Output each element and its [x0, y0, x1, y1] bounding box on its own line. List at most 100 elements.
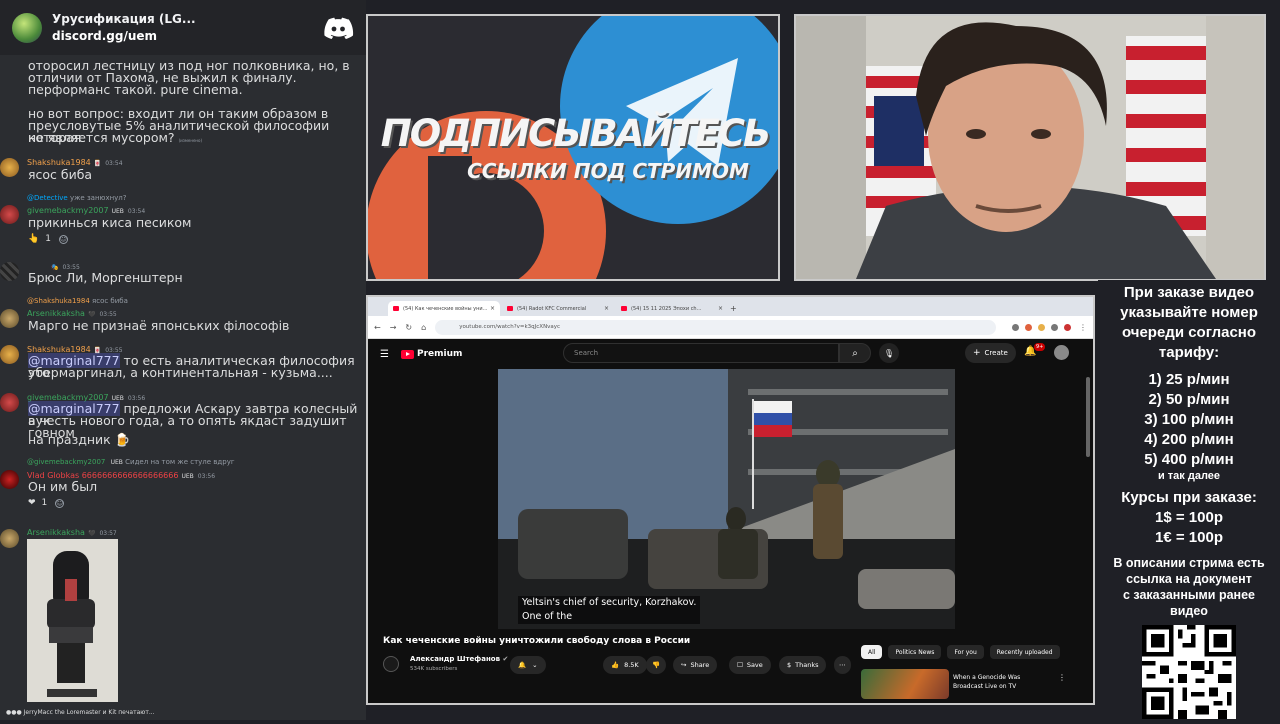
recommended-video-thumbnail[interactable] [861, 669, 949, 699]
username[interactable]: Arsenikkaksha [27, 528, 85, 537]
create-label: Create [984, 349, 1008, 357]
extension-icon[interactable] [1012, 323, 1019, 331]
extension-icon[interactable] [1038, 323, 1045, 331]
username[interactable]: givemebackmy2007 [27, 206, 109, 215]
reload-icon[interactable]: ↻ [405, 323, 412, 332]
browser-tab[interactable]: (54) 15 11 2025 Эпохи ch... × [616, 301, 728, 316]
share-button[interactable]: ↪ Share [673, 656, 718, 674]
message-text: на праздник [28, 432, 111, 447]
search-icon[interactable]: ⌕ [839, 343, 871, 363]
youtube-favicon-icon [621, 306, 627, 311]
message-text: перформанс такой. pure cinema. [28, 82, 243, 97]
reply-preview[interactable]: @givemebackmy2007 UEB Сидел на том же ст… [27, 458, 235, 466]
channel-name[interactable]: Александр Штефанов [410, 655, 500, 663]
more-actions-button[interactable]: ⋯ [834, 656, 851, 674]
account-avatar[interactable] [1054, 345, 1069, 360]
home-icon[interactable]: ⌂ [421, 323, 426, 332]
share-label: Share [690, 661, 710, 669]
extension-icon[interactable] [1051, 323, 1058, 331]
message-text-last: не является мусором? (изменено) [28, 131, 202, 147]
username[interactable]: Arsenikkaksha [27, 309, 85, 318]
forward-icon[interactable]: → [390, 323, 397, 332]
url-field[interactable]: youtube.com/watch?v=k3qJcXNvayc [435, 319, 996, 335]
message-header: givemebackmy2007 UEB 03:54 [27, 206, 145, 215]
reply-preview[interactable]: @Detective уже занюхнул? [27, 194, 127, 202]
description-line: видео [1170, 604, 1208, 618]
tab-title: (54) Как чеченские войны уни... [403, 305, 488, 312]
browser-tab[interactable]: (54) Radot KFC Commercial × [502, 301, 614, 316]
menu-dots-icon[interactable]: ⋮ [1079, 323, 1087, 332]
role-badge: UEB [110, 459, 123, 466]
add-reaction-icon[interactable]: ☺ [55, 498, 65, 508]
new-tab-icon[interactable]: + [730, 304, 737, 313]
order-line: очереди согласно [1121, 324, 1257, 341]
save-button[interactable]: ☐ Save [729, 656, 771, 674]
recommended-video-title[interactable]: When a Genocide Was Broadcast Live on TV [953, 673, 1063, 691]
address-bar: ← → ↻ ⌂ youtube.com/watch?v=k3qJcXNvayc … [368, 316, 1093, 339]
user-avatar[interactable] [0, 345, 19, 364]
server-title: Урусификация (LG... [52, 12, 196, 26]
plus-icon: + [973, 348, 981, 358]
typing-indicator: ●●● JerryMacc the Loremaster и Kit печат… [6, 709, 155, 716]
extension-icon[interactable] [1025, 323, 1032, 331]
rec-title-line: Broadcast Live on TV [953, 683, 1017, 690]
chip-all[interactable]: All [861, 645, 883, 659]
user-avatar[interactable] [0, 262, 19, 281]
typing-dots-icon: ●●● [6, 709, 22, 716]
hand-emoji-icon: 👆 [28, 234, 40, 244]
message-text: Марго не признаё японських філософів [28, 318, 290, 333]
rec-menu-dots-icon[interactable]: ⋮ [1058, 673, 1066, 682]
close-tab-icon[interactable]: × [490, 305, 495, 312]
server-avatar[interactable] [12, 12, 42, 43]
webcam-image [796, 16, 1264, 279]
tab-title: (54) Radot KFC Commercial [517, 305, 587, 312]
reaction[interactable]: 👆 1 ☺ [28, 234, 68, 244]
create-button[interactable]: + Create [965, 343, 1016, 363]
reply-preview[interactable]: @Shakshuka1984 ясос биба [27, 297, 128, 305]
close-tab-icon[interactable]: × [604, 305, 609, 312]
discord-logo-icon [324, 17, 354, 39]
like-button[interactable]: 👍 8.5K [603, 656, 647, 674]
thanks-button[interactable]: $ Thanks [779, 656, 827, 674]
rec-title-line: When a Genocide Was [953, 674, 1021, 681]
back-icon[interactable]: ← [374, 323, 381, 332]
reply-user: @givemebackmy2007 [27, 458, 106, 466]
image-attachment[interactable] [27, 539, 118, 702]
close-tab-icon[interactable]: × [718, 305, 723, 312]
channel-name-wrap: Александр Штефанов ✔ [410, 655, 508, 663]
profile-icon[interactable] [1064, 323, 1071, 331]
user-avatar[interactable] [0, 470, 19, 489]
chip-recently-uploaded[interactable]: Recently uploaded [989, 645, 1060, 659]
message-text: Он им был [28, 479, 98, 494]
invite-link[interactable]: discord.gg/uem [52, 29, 324, 43]
thanks-label: Thanks [795, 661, 819, 669]
scrollbar[interactable] [1086, 377, 1090, 457]
reaction[interactable]: ❤ 1 ☺ [28, 498, 65, 508]
chip-politics-news[interactable]: Politics News [888, 645, 942, 659]
order-line: При заказе видео [1123, 284, 1255, 301]
user-avatar[interactable] [0, 205, 19, 224]
video-player[interactable]: Yeltsin's chief of security, Korzhakov. … [498, 369, 955, 629]
add-reaction-icon[interactable]: ☺ [58, 234, 68, 244]
youtube-logo[interactable]: Premium [400, 349, 462, 359]
typing-text: JerryMacc the Loremaster и Kit печатают.… [23, 709, 155, 716]
thumbs-down-icon: 👎 [652, 661, 661, 669]
username[interactable]: Shakshuka1984 [27, 158, 91, 167]
recommendation-chips: All Politics News For you Recently uploa… [861, 645, 1066, 659]
user-avatar[interactable] [0, 309, 19, 328]
dislike-button[interactable]: 👎 [646, 656, 667, 674]
hamburger-menu-icon[interactable]: ☰ [380, 349, 389, 360]
channel-avatar[interactable] [383, 656, 399, 672]
message-text: ясос биба [28, 167, 93, 182]
subscribe-bell-button[interactable]: 🔔 ⌄ [510, 656, 546, 674]
user-avatar[interactable] [0, 158, 19, 177]
search-input[interactable]: Search [563, 343, 839, 363]
price-etc: и так далее [1157, 470, 1221, 482]
user-avatar[interactable] [0, 393, 19, 412]
share-icon: ↪ [681, 661, 687, 669]
user-avatar[interactable] [0, 529, 19, 548]
microphone-icon[interactable]: 🎙 [879, 343, 899, 363]
browser-tab[interactable]: (54) Как чеченские войны уни... × [388, 301, 500, 316]
chip-for-you[interactable]: For you [947, 645, 984, 659]
rates-title: Курсы при заказе: [1121, 489, 1257, 506]
